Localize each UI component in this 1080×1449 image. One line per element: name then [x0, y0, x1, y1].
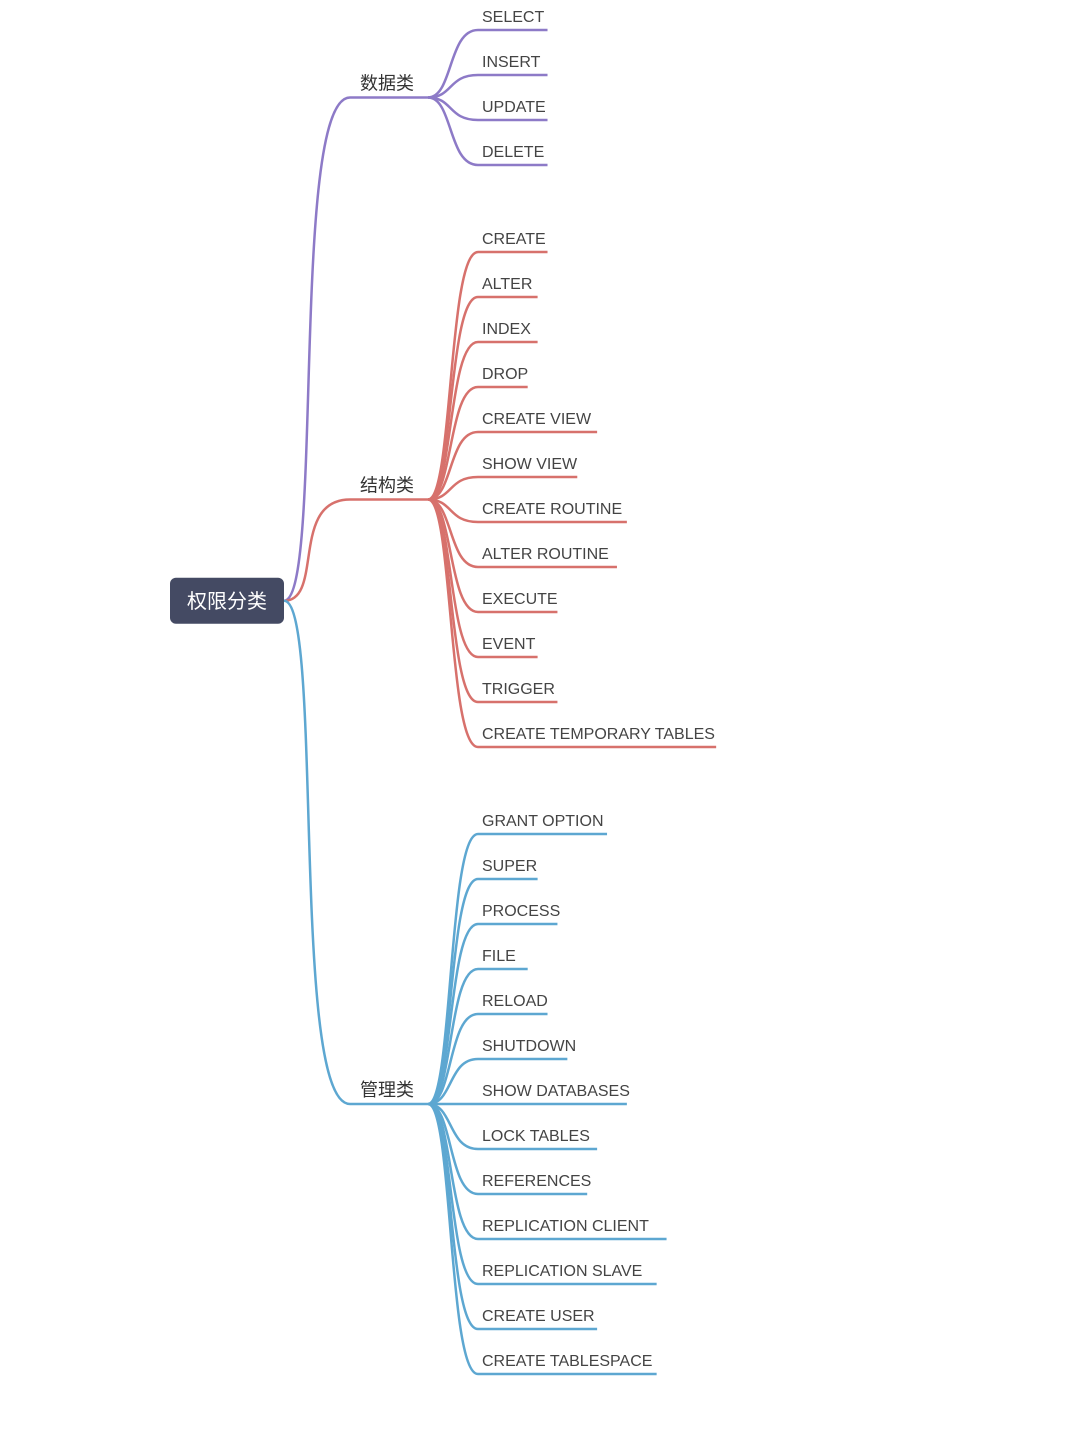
branch-data-0 [428, 30, 478, 98]
branch-admin-3 [428, 969, 478, 1104]
leaf-data-2: UPDATE [482, 99, 546, 116]
leaf-structure-11: CREATE TEMPORARY TABLES [482, 726, 715, 743]
leaf-admin-9: REPLICATION CLIENT [482, 1218, 649, 1235]
leaf-admin-6: SHOW DATABASES [482, 1083, 630, 1100]
leaf-data-3: DELETE [482, 144, 544, 161]
cat-label-data: 数据类 [360, 74, 414, 94]
cat-label-admin: 管理类 [360, 1080, 414, 1100]
leaf-structure-7: ALTER ROUTINE [482, 546, 609, 563]
mindmap-diagram: 权限分类 数据类 SELECT INSERT UPDATE DELETE 结构类 CREATE… [0, 0, 1080, 1449]
leaf-structure-9: EVENT [482, 636, 536, 653]
leaf-structure-0: CREATE [482, 231, 546, 248]
leaf-data-0: SELECT [482, 9, 544, 26]
branch-structure-1 [428, 297, 478, 500]
leaf-admin-1: SUPER [482, 858, 537, 875]
leaf-admin-7: LOCK TABLES [482, 1128, 590, 1145]
leaf-structure-3: DROP [482, 366, 528, 383]
branch-structure-10 [428, 500, 478, 703]
leaf-admin-3: FILE [482, 948, 516, 965]
branch-data-3 [428, 98, 478, 166]
leaf-admin-4: RELOAD [482, 993, 548, 1010]
cat-label-structure: 结构类 [360, 476, 414, 496]
leaf-data-1: INSERT [482, 54, 541, 71]
leaf-admin-10: REPLICATION SLAVE [482, 1263, 642, 1280]
leaf-admin-8: REFERENCES [482, 1173, 591, 1190]
root-label: 权限分类 [187, 590, 267, 613]
leaf-structure-5: SHOW VIEW [482, 456, 578, 473]
leaf-structure-8: EXECUTE [482, 591, 558, 608]
branch-root-admin [284, 601, 350, 1104]
leaf-admin-12: CREATE TABLESPACE [482, 1353, 652, 1370]
leaf-admin-2: PROCESS [482, 903, 560, 920]
leaf-admin-5: SHUTDOWN [482, 1038, 576, 1055]
leaf-admin-11: CREATE USER [482, 1308, 595, 1325]
leaf-structure-4: CREATE VIEW [482, 411, 592, 428]
root-node: 权限分类 [170, 578, 284, 624]
leaf-structure-2: INDEX [482, 321, 531, 338]
branch-root-data [284, 98, 350, 601]
leaf-structure-10: TRIGGER [482, 681, 555, 698]
leaf-structure-6: CREATE ROUTINE [482, 501, 622, 518]
branch-admin-9 [428, 1104, 478, 1239]
leaf-admin-0: GRANT OPTION [482, 813, 604, 830]
leaf-structure-1: ALTER [482, 276, 532, 293]
